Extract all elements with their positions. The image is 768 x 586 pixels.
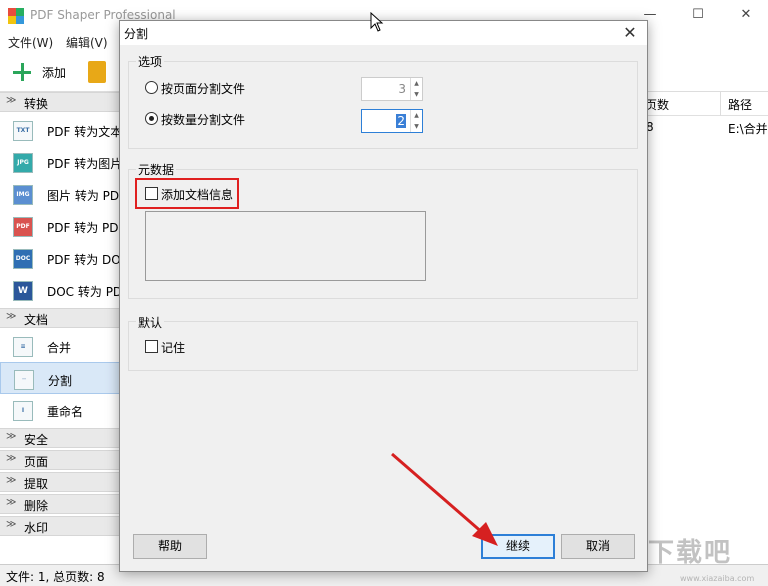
split-by-count-label[interactable]: 按数量分割文件 <box>161 111 245 128</box>
sidebar-section-label: 提取 <box>24 477 49 491</box>
chevron-icon: ≫ <box>6 497 17 508</box>
options-group-label: 选项 <box>136 53 165 70</box>
page-count-stepper[interactable]: 3 ▲ ▼ <box>361 77 423 101</box>
split-by-page-label[interactable]: 按页面分割文件 <box>161 80 245 97</box>
stepper-down-icon[interactable]: ▼ <box>410 89 422 100</box>
sidebar-item-rename[interactable]: I 重命名 <box>0 394 120 426</box>
sidebar-section-convert[interactable]: ≫ 转换 <box>0 92 120 112</box>
rename-icon: I <box>13 401 33 421</box>
sidebar-item-image-to-pdf[interactable]: IMG 图片 转为 PDF <box>0 178 120 210</box>
sidebar-section-document[interactable]: ≫ 文档 <box>0 308 120 328</box>
watermark-url: www.xiazaiba.com <box>680 574 755 583</box>
stepper-down-icon[interactable]: ▼ <box>410 121 422 132</box>
merge-icon: ≡ <box>13 337 33 357</box>
column-path[interactable]: 路径 <box>728 96 752 113</box>
sidebar-item-label: PDF 转为 DOC <box>47 253 120 267</box>
chevron-icon: ≫ <box>6 519 17 530</box>
default-group-label: 默认 <box>136 314 165 331</box>
txt-file-icon: TXT <box>13 121 33 141</box>
sidebar-section-label: 文档 <box>24 313 49 327</box>
chevron-icon: ≫ <box>6 311 17 322</box>
default-group <box>128 321 638 371</box>
jpg-file-icon: JPG <box>13 153 33 173</box>
sidebar-section-label: 删除 <box>24 499 49 513</box>
remember-label[interactable]: 记住 <box>161 339 185 356</box>
menu-file[interactable]: 文件(W) <box>8 34 53 51</box>
close-button[interactable]: ✕ <box>736 6 756 24</box>
split-by-count-radio[interactable] <box>145 112 158 125</box>
file-count-value: 2 <box>396 114 406 128</box>
folder-icon[interactable] <box>88 61 106 83</box>
split-icon: ┄ <box>14 370 34 390</box>
image-file-icon: IMG <box>13 185 33 205</box>
sidebar-section-label: 页面 <box>24 455 49 469</box>
sidebar-section-label: 水印 <box>24 521 49 535</box>
chevron-icon: ≫ <box>6 453 17 464</box>
app-logo-icon <box>8 8 24 24</box>
status-text: 文件: 1, 总页数: 8 <box>6 570 105 584</box>
sidebar-section-watermark[interactable]: ≫ 水印 <box>0 516 120 536</box>
stepper-up-icon[interactable]: ▲ <box>410 110 422 121</box>
chevron-icon: ≫ <box>6 475 17 486</box>
split-by-page-radio[interactable] <box>145 81 158 94</box>
sidebar-item-label: 图片 转为 PDF <box>47 189 120 203</box>
sidebar-item-pdf-to-pdf[interactable]: PDF PDF 转为 PDF <box>0 210 120 242</box>
mouse-cursor-icon <box>370 12 384 32</box>
sidebar-item-pdf-to-doc[interactable]: DOC PDF 转为 DOC <box>0 242 120 274</box>
word-file-icon: W <box>13 281 33 301</box>
sidebar: ≫ 转换 TXT PDF 转为文本 JPG PDF 转为图片 IMG 图片 转为… <box>0 92 120 564</box>
split-dialog: 分割 ✕ 选项 按页面分割文件 3 ▲ ▼ 按数量分割文件 2 ▲ ▼ 元数据 … <box>119 20 648 572</box>
continue-button[interactable]: 继续 <box>481 534 555 559</box>
sidebar-section-label: 转换 <box>24 97 49 111</box>
sidebar-section-delete[interactable]: ≫ 删除 <box>0 494 120 514</box>
sidebar-section-security[interactable]: ≫ 安全 <box>0 428 120 448</box>
sidebar-item-label: 重命名 <box>47 405 84 419</box>
chevron-icon: ≫ <box>6 95 17 106</box>
sidebar-item-pdf-to-text[interactable]: TXT PDF 转为文本 <box>0 114 120 146</box>
cancel-button[interactable]: 取消 <box>561 534 635 559</box>
add-button[interactable]: 添加 <box>42 64 66 81</box>
column-divider[interactable] <box>720 92 721 116</box>
remember-checkbox[interactable] <box>145 340 158 353</box>
column-pages[interactable]: 页数 <box>645 96 669 113</box>
pdf-file-icon: PDF <box>13 217 33 237</box>
sidebar-item-label: PDF 转为 PDF <box>47 221 120 235</box>
file-count-stepper[interactable]: 2 ▲ ▼ <box>361 109 423 133</box>
sidebar-item-label: 分割 <box>48 374 73 388</box>
sidebar-section-extract[interactable]: ≫ 提取 <box>0 472 120 492</box>
sidebar-item-label: PDF 转为图片 <box>47 157 120 171</box>
plus-icon[interactable] <box>12 62 32 82</box>
sidebar-item-split[interactable]: ┄ 分割 <box>0 362 120 394</box>
doc-file-icon: DOC <box>13 249 33 269</box>
page-count-value: 3 <box>398 82 406 96</box>
chevron-icon: ≫ <box>6 431 17 442</box>
dialog-close-button[interactable]: ✕ <box>621 23 639 42</box>
sidebar-item-label: PDF 转为文本 <box>47 125 120 139</box>
help-button[interactable]: 帮助 <box>133 534 207 559</box>
metadata-textarea[interactable] <box>145 211 426 281</box>
menu-edit[interactable]: 编辑(V) <box>66 34 108 51</box>
sidebar-item-merge[interactable]: ≡ 合并 <box>0 330 120 362</box>
options-group <box>128 61 638 149</box>
add-doc-info-label[interactable]: 添加文档信息 <box>161 186 233 203</box>
dialog-title: 分割 <box>124 27 149 41</box>
metadata-group-label: 元数据 <box>136 161 177 178</box>
sidebar-section-pages[interactable]: ≫ 页面 <box>0 450 120 470</box>
stepper-up-icon[interactable]: ▲ <box>410 78 422 89</box>
sidebar-item-label: 合并 <box>47 341 72 355</box>
row-path-cell[interactable]: E:\合并 <box>728 120 768 137</box>
sidebar-item-label: DOC 转为 PDF <box>47 285 120 299</box>
sidebar-item-doc-to-pdf[interactable]: W DOC 转为 PDF <box>0 274 120 306</box>
sidebar-section-label: 安全 <box>24 433 49 447</box>
maximize-button[interactable]: ☐ <box>688 6 708 24</box>
add-doc-info-checkbox[interactable] <box>145 187 158 200</box>
file-list-header: 页数 路径 <box>640 92 768 116</box>
sidebar-item-pdf-to-image[interactable]: JPG PDF 转为图片 <box>0 146 120 178</box>
